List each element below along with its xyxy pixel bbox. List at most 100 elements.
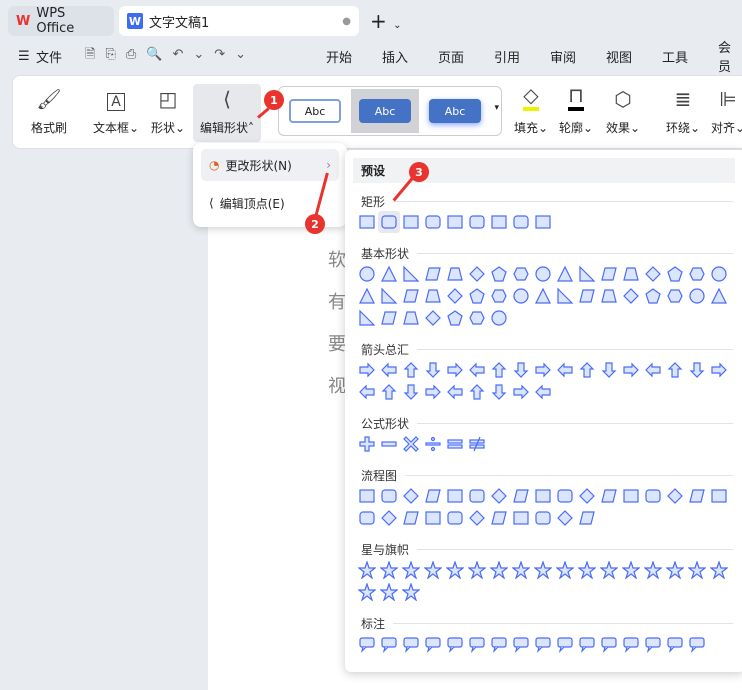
shape-roundrect-icon[interactable]: [356, 507, 378, 529]
shape-star-icon[interactable]: [488, 559, 510, 581]
shape-roundrect-icon[interactable]: [554, 485, 576, 507]
shape-callout-icon[interactable]: [686, 633, 708, 655]
menu-tools[interactable]: 工具: [662, 47, 688, 66]
change-shape-item[interactable]: ◔ 更改形状(N) ›: [201, 149, 339, 181]
shape-diamond-icon[interactable]: [444, 285, 466, 307]
style-shadow[interactable]: Abc: [429, 99, 481, 123]
shape-callout-icon[interactable]: [444, 633, 466, 655]
shape-roundrect-icon[interactable]: [510, 211, 532, 233]
shape-star-icon[interactable]: [642, 559, 664, 581]
shape-rect-icon[interactable]: [400, 211, 422, 233]
shape-arrow-right-icon[interactable]: [532, 359, 554, 381]
shape-diamond-icon[interactable]: [488, 485, 510, 507]
shape-diamond-icon[interactable]: [664, 485, 686, 507]
shape-parallelogram-icon[interactable]: [576, 285, 598, 307]
shape-multiply-icon[interactable]: [400, 433, 422, 455]
shape-pentagon-icon[interactable]: [664, 263, 686, 285]
shape-star-icon[interactable]: [664, 559, 686, 581]
shape-arrow-right-icon[interactable]: [356, 359, 378, 381]
shape-equal-icon[interactable]: [444, 433, 466, 455]
shape-arrow-left-icon[interactable]: [554, 359, 576, 381]
shape-parallelogram-icon[interactable]: [422, 263, 444, 285]
gallery-more-icon[interactable]: ▾: [494, 103, 499, 113]
shape-rect-icon[interactable]: [620, 485, 642, 507]
menu-page[interactable]: 页面: [438, 47, 464, 66]
shape-rect-icon[interactable]: [422, 507, 444, 529]
outline-button[interactable]: ⊓ 轮廓⌄: [556, 83, 596, 142]
shape-button[interactable]: ◰ 形状⌄: [148, 84, 188, 142]
shape-trapezoid-icon[interactable]: [422, 285, 444, 307]
shape-rect-icon[interactable]: [510, 507, 532, 529]
shape-roundrect-icon[interactable]: [378, 211, 400, 233]
shape-arrow-left-icon[interactable]: [532, 381, 554, 403]
shape-arrow-right-icon[interactable]: [620, 359, 642, 381]
menu-home[interactable]: 开始: [326, 47, 352, 66]
shape-arrow-right-icon[interactable]: [422, 381, 444, 403]
shape-star-icon[interactable]: [400, 559, 422, 581]
shape-diamond-icon[interactable]: [466, 507, 488, 529]
style-outline[interactable]: Abc: [289, 99, 341, 123]
shape-parallelogram-icon[interactable]: [488, 507, 510, 529]
shape-rect-icon[interactable]: [444, 211, 466, 233]
shape-parallelogram-icon[interactable]: [510, 485, 532, 507]
menu-references[interactable]: 引用: [494, 47, 520, 66]
shape-callout-icon[interactable]: [466, 633, 488, 655]
shape-parallelogram-icon[interactable]: [598, 485, 620, 507]
new-tab-button[interactable]: + ⌄: [370, 9, 402, 33]
shape-triangle-icon[interactable]: [532, 285, 554, 307]
shape-trapezoid-icon[interactable]: [620, 263, 642, 285]
style-filled[interactable]: Abc: [351, 89, 419, 133]
shape-star-icon[interactable]: [576, 559, 598, 581]
shape-star-icon[interactable]: [554, 559, 576, 581]
shape-arrow-down-icon[interactable]: [686, 359, 708, 381]
menu-insert[interactable]: 插入: [382, 47, 408, 66]
shape-callout-icon[interactable]: [664, 633, 686, 655]
shape-star-icon[interactable]: [620, 559, 642, 581]
shape-plus-icon[interactable]: [356, 433, 378, 455]
shape-star-icon[interactable]: [466, 559, 488, 581]
shape-parallelogram-icon[interactable]: [400, 285, 422, 307]
shape-rtriangle-icon[interactable]: [378, 285, 400, 307]
shape-hexagon-icon[interactable]: [664, 285, 686, 307]
shape-hexagon-icon[interactable]: [466, 307, 488, 329]
shape-callout-icon[interactable]: [532, 633, 554, 655]
shape-arrow-right-icon[interactable]: [708, 359, 730, 381]
shape-callout-icon[interactable]: [620, 633, 642, 655]
shape-parallelogram-icon[interactable]: [378, 307, 400, 329]
menu-view[interactable]: 视图: [606, 47, 632, 66]
shape-diamond-icon[interactable]: [642, 263, 664, 285]
shape-triangle-icon[interactable]: [554, 263, 576, 285]
shape-star-icon[interactable]: [686, 559, 708, 581]
shape-star-icon[interactable]: [356, 559, 378, 581]
wrap-button[interactable]: ≣ 环绕⌄: [663, 84, 703, 142]
shape-triangle-icon[interactable]: [356, 285, 378, 307]
shape-arrow-down-icon[interactable]: [510, 359, 532, 381]
shape-arrow-left-icon[interactable]: [444, 381, 466, 403]
shape-parallelogram-icon[interactable]: [576, 507, 598, 529]
shape-callout-icon[interactable]: [422, 633, 444, 655]
shape-parallelogram-icon[interactable]: [686, 485, 708, 507]
quick-access-icons[interactable]: 🗎⎘⎙🔍↶⌄↷⌄: [85, 45, 256, 67]
shape-circle-icon[interactable]: [686, 285, 708, 307]
shape-parallelogram-icon[interactable]: [422, 485, 444, 507]
shape-divide-icon[interactable]: [422, 433, 444, 455]
shape-rect-icon[interactable]: [444, 485, 466, 507]
shape-circle-icon[interactable]: [488, 307, 510, 329]
shape-callout-icon[interactable]: [488, 633, 510, 655]
shape-circle-icon[interactable]: [532, 263, 554, 285]
tab-document[interactable]: W 文字文稿1 ●: [119, 6, 359, 36]
shape-arrow-left-icon[interactable]: [356, 381, 378, 403]
shape-roundrect-icon[interactable]: [642, 485, 664, 507]
shape-arrow-down-icon[interactable]: [400, 381, 422, 403]
shape-roundrect-icon[interactable]: [444, 507, 466, 529]
format-painter-button[interactable]: 🖌 格式刷: [27, 84, 71, 142]
shape-star-icon[interactable]: [356, 581, 378, 603]
shape-arrow-up-icon[interactable]: [378, 381, 400, 403]
tab-wps-office[interactable]: W WPS Office: [8, 6, 114, 36]
file-menu[interactable]: 文件: [36, 47, 62, 66]
shape-arrow-up-icon[interactable]: [576, 359, 598, 381]
shape-hexagon-icon[interactable]: [510, 263, 532, 285]
shape-pentagon-icon[interactable]: [444, 307, 466, 329]
shape-hexagon-icon[interactable]: [488, 285, 510, 307]
shape-arrow-right-icon[interactable]: [444, 359, 466, 381]
